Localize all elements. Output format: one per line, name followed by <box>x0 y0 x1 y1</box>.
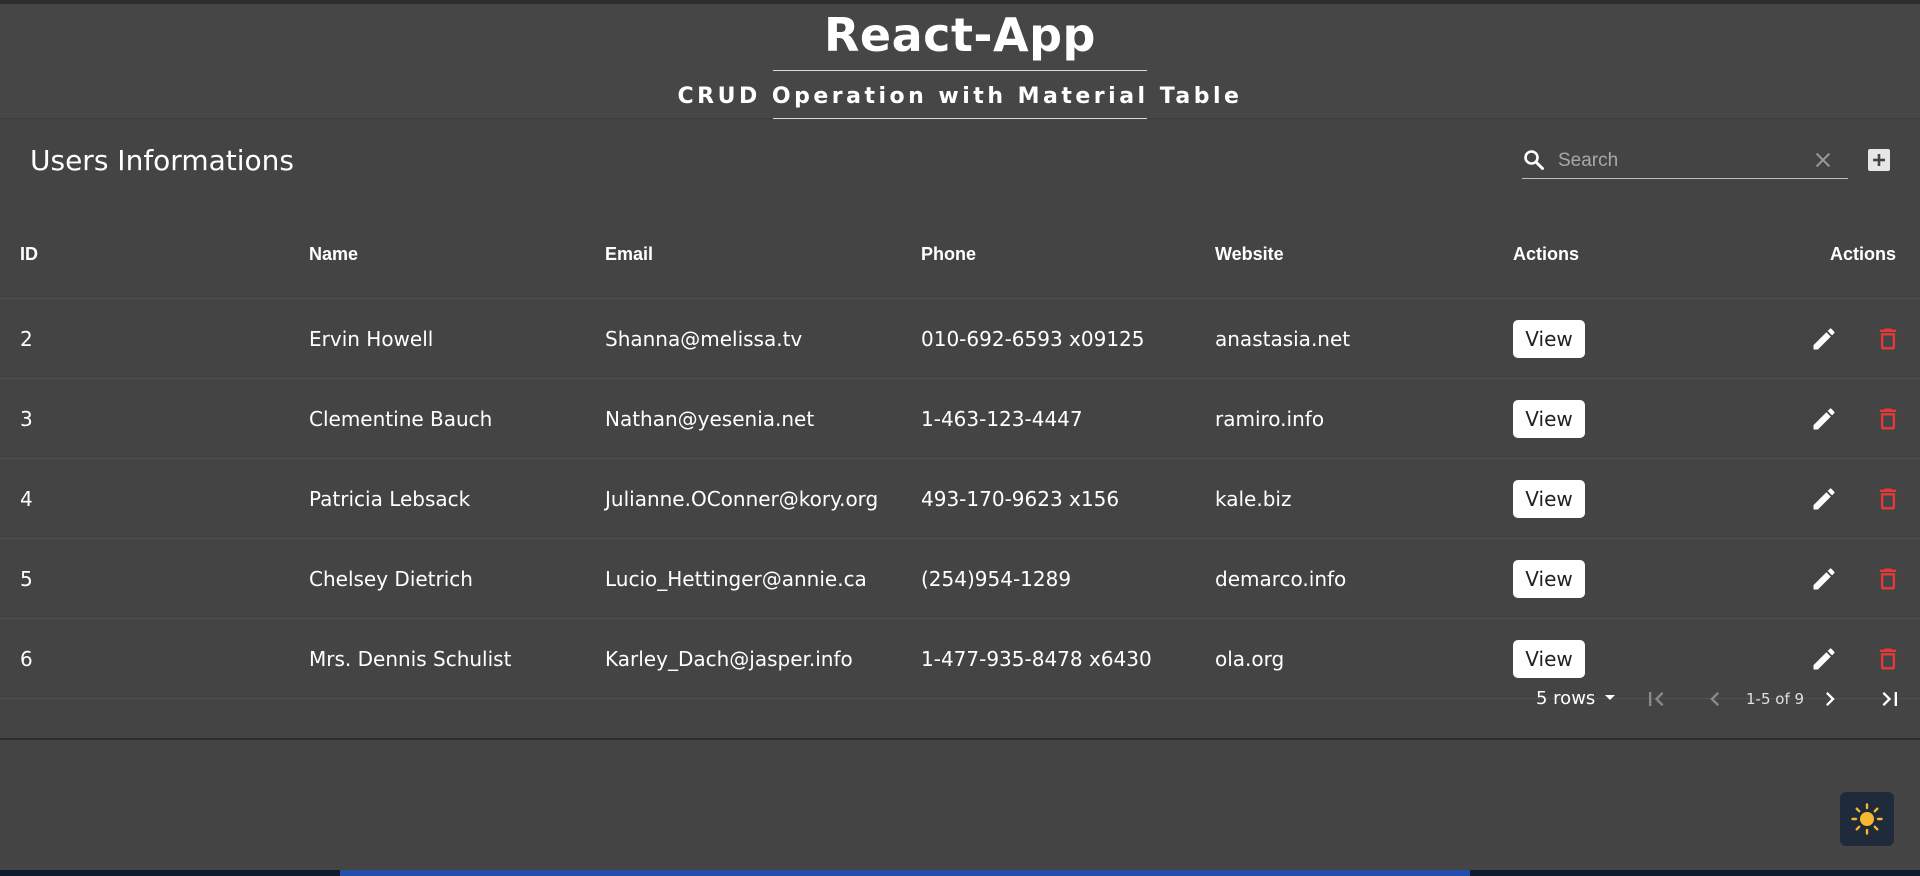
edit-icon[interactable] <box>1810 325 1838 353</box>
table-row: 2 Ervin Howell Shanna@melissa.tv 010-692… <box>0 298 1920 379</box>
column-header-id[interactable]: ID <box>0 210 309 299</box>
cell-row-actions <box>1703 378 1920 459</box>
cell-name: Clementine Bauch <box>309 378 605 459</box>
cell-view: View <box>1513 538 1703 619</box>
cell-email: Nathan@yesenia.net <box>605 378 921 459</box>
cell-website: kale.biz <box>1215 458 1513 539</box>
edit-icon[interactable] <box>1810 565 1838 593</box>
cell-view: View <box>1513 298 1703 379</box>
cell-website: demarco.info <box>1215 538 1513 619</box>
add-icon[interactable] <box>1867 148 1891 172</box>
search-input[interactable] <box>1556 146 1800 176</box>
chevron-down-icon[interactable] <box>1598 685 1622 709</box>
view-button[interactable]: View <box>1513 319 1585 358</box>
cell-id: 3 <box>0 378 309 459</box>
cell-email: Shanna@melissa.tv <box>605 298 921 379</box>
cell-phone: (254)954-1289 <box>921 538 1215 619</box>
users-table: ID Name Email Phone Website Actions Acti… <box>0 210 1920 699</box>
table-row: 3 Clementine Bauch Nathan@yesenia.net 1-… <box>0 378 1920 459</box>
cell-row-actions <box>1703 538 1920 619</box>
cell-phone: 010-692-6593 x09125 <box>921 298 1215 379</box>
rows-per-page-select[interactable]: 5 rows <box>1536 688 1595 709</box>
first-page-icon[interactable] <box>1642 685 1670 713</box>
table-row: 5 Chelsey Dietrich Lucio_Hettinger@annie… <box>0 538 1920 619</box>
cell-website: anastasia.net <box>1215 298 1513 379</box>
desktop-wallpaper-fragment <box>340 870 1470 876</box>
search-icon <box>1524 150 1544 170</box>
cell-phone: 1-463-123-4447 <box>921 378 1215 459</box>
column-header-row-actions: Actions <box>1703 210 1920 299</box>
cell-phone: 493-170-9623 x156 <box>921 458 1215 539</box>
desktop-background-strip <box>0 870 1920 876</box>
view-button[interactable]: View <box>1513 399 1585 438</box>
app-title: React-App <box>824 8 1096 62</box>
search-box <box>1522 142 1848 179</box>
title-divider-top <box>773 70 1147 71</box>
cell-name: Patricia Lebsack <box>309 458 605 539</box>
table-row: 4 Patricia Lebsack Julianne.OConner@kory… <box>0 458 1920 539</box>
app-subtitle: CRUD Operation with Material Table <box>677 84 1243 109</box>
column-header-email[interactable]: Email <box>605 210 921 299</box>
cell-row-actions <box>1703 298 1920 379</box>
table-title: Users Informations <box>30 144 294 177</box>
edit-icon[interactable] <box>1810 485 1838 513</box>
cell-view: View <box>1513 378 1703 459</box>
last-page-icon[interactable] <box>1876 685 1904 713</box>
users-table-panel: Users Informations ID Name Email Phone <box>0 119 1920 740</box>
pagination-bar: 5 rows 1-5 of 9 <box>0 668 1920 732</box>
next-page-icon[interactable] <box>1816 685 1844 713</box>
view-button[interactable]: View <box>1513 559 1585 598</box>
cell-name: Ervin Howell <box>309 298 605 379</box>
previous-page-icon[interactable] <box>1701 685 1729 713</box>
cell-website: ramiro.info <box>1215 378 1513 459</box>
delete-icon[interactable] <box>1874 565 1902 593</box>
view-button[interactable]: View <box>1513 479 1585 518</box>
clear-icon[interactable] <box>1812 149 1834 171</box>
column-header-phone[interactable]: Phone <box>921 210 1215 299</box>
page-range: 1-5 of 9 <box>1746 690 1805 708</box>
cell-name: Chelsey Dietrich <box>309 538 605 619</box>
cell-id: 4 <box>0 458 309 539</box>
app-header: React-App CRUD Operation with Material T… <box>0 4 1920 119</box>
cell-row-actions <box>1703 458 1920 539</box>
cell-email: Lucio_Hettinger@annie.ca <box>605 538 921 619</box>
cell-id: 5 <box>0 538 309 619</box>
column-header-name[interactable]: Name <box>309 210 605 299</box>
column-header-website[interactable]: Website <box>1215 210 1513 299</box>
sun-icon <box>1851 803 1883 835</box>
cell-email: Julianne.OConner@kory.org <box>605 458 921 539</box>
delete-icon[interactable] <box>1874 325 1902 353</box>
column-header-actions: Actions <box>1513 210 1703 299</box>
cell-id: 2 <box>0 298 309 379</box>
table-header-row: ID Name Email Phone Website Actions Acti… <box>0 210 1920 299</box>
delete-icon[interactable] <box>1874 405 1902 433</box>
delete-icon[interactable] <box>1874 485 1902 513</box>
theme-toggle-button[interactable] <box>1840 792 1894 846</box>
cell-view: View <box>1513 458 1703 539</box>
edit-icon[interactable] <box>1810 405 1838 433</box>
